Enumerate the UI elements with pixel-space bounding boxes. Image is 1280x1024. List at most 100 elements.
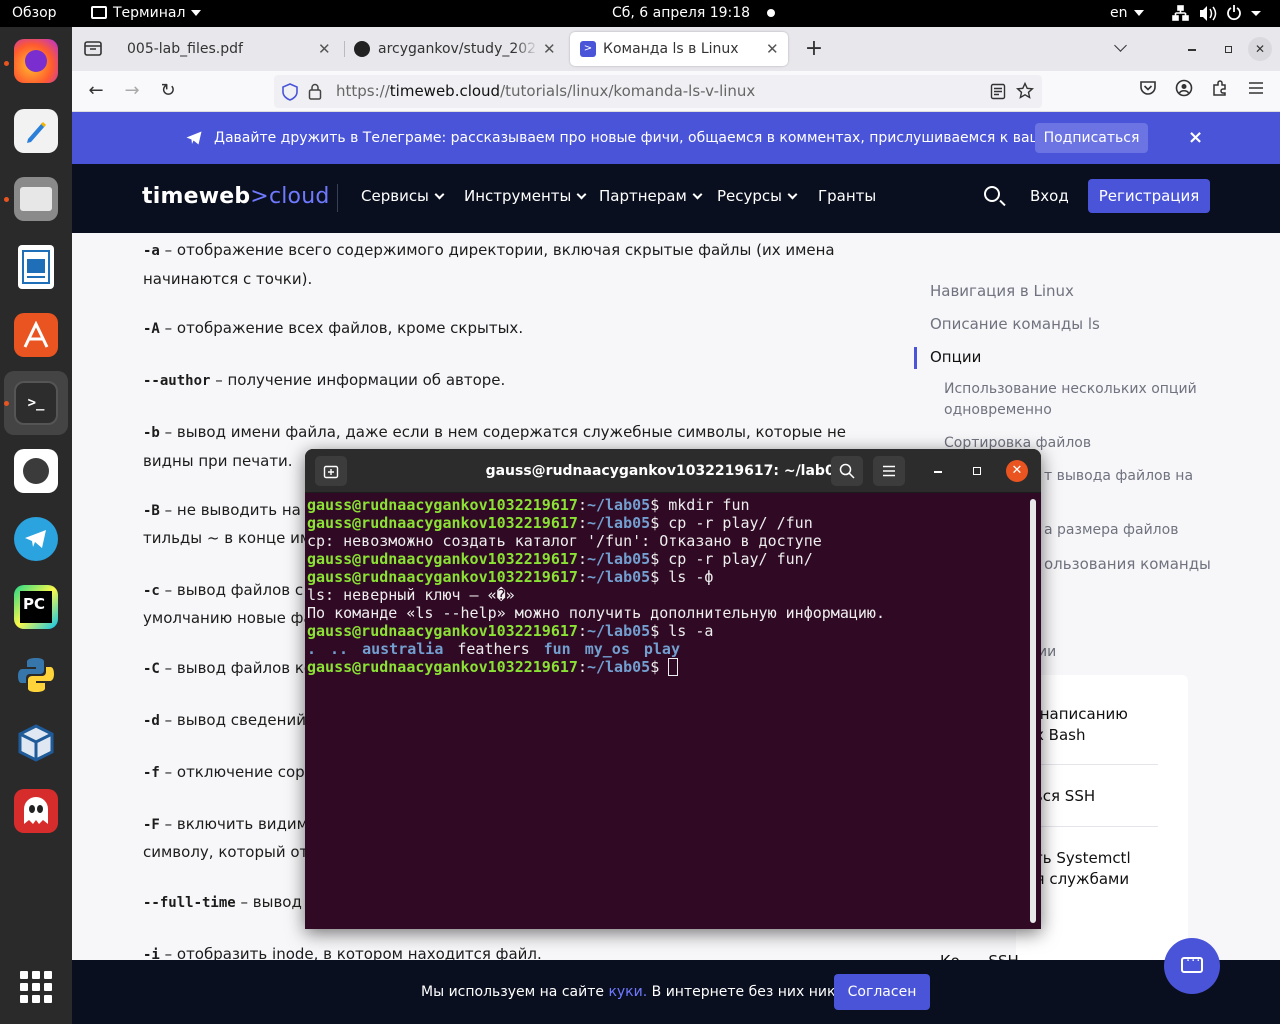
toc-sub-file-size[interactable]: а размера файлов — [1044, 520, 1280, 541]
terminal-close-button[interactable]: ✕ — [1006, 460, 1028, 482]
pycharm-icon[interactable]: PC — [14, 585, 58, 629]
prompt-colon: : — [577, 622, 587, 640]
terminal-maximize-button[interactable] — [966, 460, 988, 482]
chat-button[interactable] — [1164, 938, 1220, 994]
terminal-menu-button[interactable] — [873, 456, 905, 486]
account-button[interactable] — [1172, 79, 1196, 103]
chevron-down-icon — [692, 189, 703, 200]
toc-item-options[interactable]: Опции — [930, 346, 981, 368]
apps-grid-icon[interactable] — [20, 971, 52, 1003]
address-bar[interactable]: https://timeweb.cloud/tutorials/linux/ko… — [274, 75, 1042, 108]
related-article-ssh-2[interactable]: Ко SSH — [940, 951, 1019, 960]
banner-close-icon[interactable]: × — [1188, 112, 1203, 164]
menu-resources[interactable]: Ресурсы — [717, 164, 798, 228]
toc-sub-output-format[interactable]: т вывода файлов на — [1044, 466, 1280, 487]
prompt-path: ~/lab05 — [586, 658, 651, 676]
telegram-icon[interactable] — [14, 517, 58, 561]
reader-view-icon[interactable] — [990, 83, 1006, 100]
toc-item-navigation[interactable]: Навигация в Linux — [930, 280, 1074, 302]
search-icon[interactable] — [984, 186, 1000, 202]
activities-button[interactable]: Обзор — [12, 0, 57, 27]
terminal-window[interactable]: gauss@rudnaacygankov1032219617: ~/lab05 … — [305, 449, 1041, 929]
tab-github[interactable]: arcygankov/study_2023-2 ✕ — [348, 32, 564, 66]
gitkraken-icon[interactable] — [14, 449, 58, 493]
minimize-window-button[interactable] — [1184, 41, 1200, 57]
lock-icon[interactable] — [308, 83, 322, 100]
extensions-button[interactable] — [1208, 79, 1232, 103]
tab-close-icon[interactable]: ✕ — [318, 32, 331, 66]
tab-close-icon[interactable]: ✕ — [543, 32, 556, 66]
menu-services[interactable]: Сервисы — [361, 164, 445, 228]
firefox-icon[interactable] — [14, 39, 58, 83]
plus-icon: + — [804, 36, 824, 61]
ls-file-entry: feathers — [457, 640, 530, 658]
tab-ls-article[interactable]: > Команда ls в Linux ✕ — [570, 32, 788, 66]
tab-pdf[interactable]: 005-lab_files.pdf ✕ — [116, 32, 340, 66]
terminal-search-button[interactable] — [831, 456, 863, 486]
ghost-icon[interactable] — [14, 789, 58, 833]
firefox-view-button[interactable] — [84, 39, 102, 57]
maximize-icon — [973, 467, 981, 475]
back-button[interactable]: ← — [84, 79, 108, 103]
toc-item-usage[interactable]: ользования команды — [1044, 553, 1211, 575]
terminal-output[interactable]: gauss@rudnaacygankov1032219617:~/lab05$ … — [307, 496, 1027, 676]
subscribe-button[interactable]: Подписаться — [1035, 123, 1148, 153]
toc-item-description[interactable]: Описание команды ls — [930, 313, 1100, 335]
option-a-paragraph: -a – отображение всего содержимого дирек… — [143, 236, 863, 293]
close-window-button[interactable]: ✕ — [1248, 37, 1272, 61]
tab-label: 005-lab_files.pdf — [127, 41, 243, 57]
terminal-command: ls -a — [659, 622, 714, 640]
clock-label: Сб, 6 апреля 19:18 — [612, 5, 751, 21]
site-logo[interactable]: timeweb>cloud — [142, 164, 330, 229]
tab-separator — [344, 41, 345, 57]
firefox-view-icon — [84, 41, 102, 56]
logo-chevron-icon: > — [250, 184, 269, 209]
terminal-scrollbar[interactable] — [1030, 499, 1036, 923]
app-center-icon[interactable] — [14, 313, 58, 357]
close-icon: ✕ — [1254, 42, 1266, 56]
files-icon[interactable] — [14, 177, 58, 221]
prompt-colon: : — [577, 514, 587, 532]
notification-dot-icon — [766, 9, 775, 17]
menu-partners[interactable]: Партнерам — [599, 164, 703, 228]
python-icon[interactable] — [14, 653, 58, 697]
forward-button[interactable]: → — [120, 79, 144, 103]
option-description: – включить видим — [159, 815, 308, 833]
writer-icon[interactable] — [18, 245, 54, 289]
menu-tools[interactable]: Инструменты — [464, 164, 587, 228]
maximize-window-button[interactable] — [1220, 41, 1236, 57]
list-all-tabs-button[interactable] — [1112, 39, 1130, 57]
bookmark-star-icon[interactable] — [1016, 82, 1034, 100]
prompt-dollar: $ — [650, 622, 660, 640]
pocket-button[interactable] — [1136, 79, 1160, 103]
terminal-cursor — [668, 658, 679, 676]
prompt-user: gauss@rudnaacygankov1032219617 — [307, 514, 578, 532]
option-description: – отключение сор — [159, 763, 305, 781]
caret-down-icon — [191, 10, 202, 16]
cookie-accept-button[interactable]: Согласен — [834, 974, 930, 1010]
text-editor-icon[interactable] — [14, 109, 58, 153]
login-link[interactable]: Вход — [1030, 164, 1069, 228]
cookie-link[interactable]: куки. — [608, 984, 647, 1000]
virtualbox-icon[interactable] — [14, 721, 58, 765]
app-menu-button[interactable] — [1244, 79, 1268, 103]
terminal-icon[interactable]: >_ — [14, 381, 58, 425]
reload-button[interactable]: ↻ — [156, 79, 180, 103]
terminal-minimize-button[interactable] — [927, 460, 949, 482]
register-button[interactable]: Регистрация — [1088, 179, 1210, 213]
tab-close-icon[interactable]: ✕ — [766, 32, 779, 66]
option-description: умолчанию новые фа — [143, 609, 313, 627]
tab-label: Команда ls в Linux — [603, 41, 739, 57]
app-menu[interactable]: Терминал — [91, 0, 202, 27]
menu-grants[interactable]: Гранты — [818, 164, 876, 228]
option-code: -a — [143, 243, 160, 259]
new-tab-button[interactable]: + — [802, 35, 826, 63]
terminal-line: ... australia feathers fun my_os play — [307, 640, 1027, 658]
terminal-line: gauss@rudnaacygankov1032219617:~/lab05$ — [307, 658, 1027, 676]
language-menu[interactable]: en — [1110, 0, 1144, 27]
shield-icon[interactable] — [282, 83, 298, 101]
clock[interactable]: Сб, 6 апреля 19:18 — [612, 0, 775, 27]
terminal-headerbar[interactable]: gauss@rudnaacygankov1032219617: ~/lab05 … — [305, 449, 1041, 493]
toc-sub-multiple-options[interactable]: Использование нескольких опций одновреме… — [944, 379, 1204, 421]
system-menu[interactable] — [1172, 0, 1266, 27]
